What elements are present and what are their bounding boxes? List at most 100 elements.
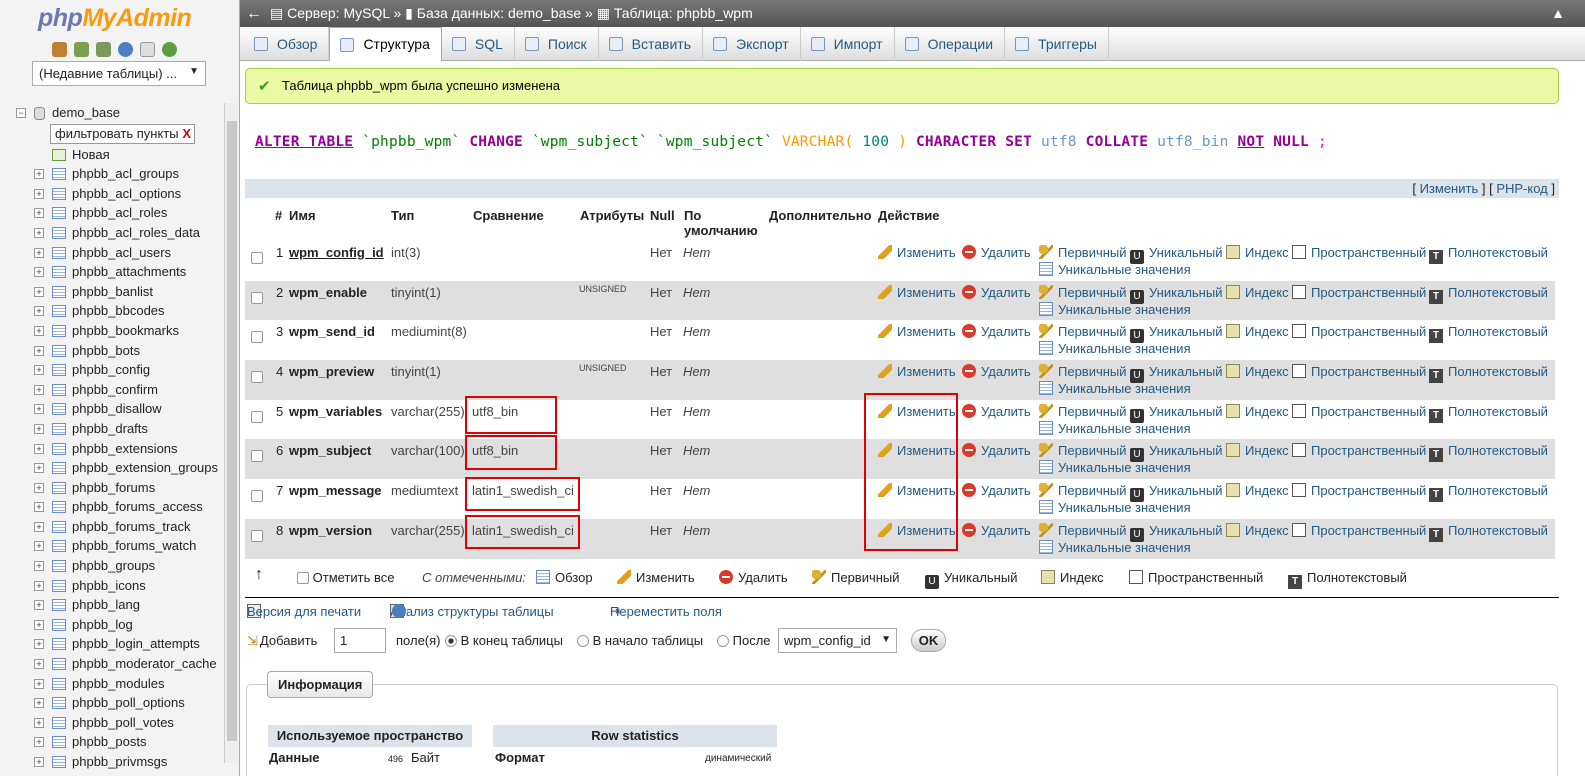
primary-button[interactable]: Первичный (1039, 284, 1127, 300)
primary-button[interactable]: Первичный (1039, 483, 1127, 498)
spatial-button[interactable]: Пространственный (1292, 284, 1426, 300)
distinct-values-button[interactable]: Уникальные значения (1039, 460, 1191, 475)
breadcrumb-server[interactable]: Сервер: MySQL » (287, 5, 401, 21)
sidebar-table-item[interactable]: + phpbb_forums_watch (12, 536, 224, 556)
sidebar-table-item[interactable]: + phpbb_extensions (12, 439, 224, 459)
fulltext-button[interactable]: T Полнотекстовый (1429, 285, 1548, 304)
bulk-browse-button[interactable]: Обзор (536, 570, 593, 585)
drop-button[interactable]: Удалить (962, 245, 1031, 260)
sidebar-table-item[interactable]: + phpbb_acl_users (12, 243, 224, 263)
distinct-values-button[interactable]: Уникальные значения (1039, 262, 1191, 277)
fulltext-button[interactable]: T Полнотекстовый (1429, 364, 1548, 384)
sidebar-table-item[interactable]: + phpbb_forums (12, 478, 224, 498)
fulltext-button[interactable]: T Полнотекстовый (1429, 523, 1548, 542)
tab-operations[interactable]: Операции (895, 27, 1006, 61)
sql-keyword[interactable]: ALTER TABLE (255, 134, 353, 150)
expand-icon[interactable]: + (34, 600, 44, 611)
expand-icon[interactable]: + (34, 325, 44, 336)
home-icon[interactable] (52, 42, 67, 57)
expand-icon[interactable]: + (34, 619, 44, 630)
expand-icon[interactable]: + (34, 208, 44, 219)
fulltext-button[interactable]: T Полнотекстовый (1429, 245, 1548, 264)
spatial-button[interactable]: Пространственный (1292, 364, 1426, 379)
edit-button[interactable]: Изменить (878, 284, 956, 300)
index-button[interactable]: Индекс (1226, 483, 1289, 498)
sidebar-table-item[interactable]: + phpbb_posts (12, 732, 224, 752)
add-columns-count-input[interactable]: 1 (334, 628, 386, 653)
expand-icon[interactable]: + (34, 443, 44, 454)
spatial-button[interactable]: Пространственный (1292, 443, 1426, 458)
index-button[interactable]: Индекс (1226, 403, 1289, 419)
distinct-values-button[interactable]: Уникальные значения (1039, 301, 1191, 317)
expand-icon[interactable]: + (34, 345, 44, 356)
primary-button[interactable]: Первичный (1039, 443, 1127, 458)
sidebar-table-item[interactable]: + phpbb_extension_groups (12, 458, 224, 478)
tab-triggers[interactable]: Триггеры (1005, 27, 1109, 61)
spatial-button[interactable]: Пространственный (1292, 324, 1426, 339)
at-start-radio[interactable]: В начало таблицы (577, 633, 703, 648)
expand-icon[interactable]: + (34, 463, 44, 474)
sidebar-table-item[interactable]: + phpbb_modules (12, 674, 224, 694)
row-checkbox[interactable] (251, 529, 263, 542)
spatial-button[interactable]: Пространственный (1292, 245, 1426, 260)
sql-keyword[interactable]: NOT (1237, 134, 1264, 150)
sidebar-scrollbar[interactable] (224, 103, 238, 763)
expand-icon[interactable]: + (34, 698, 44, 709)
bulk-spatial-button[interactable]: Пространственный (1129, 570, 1263, 585)
spatial-button[interactable]: Пространственный (1292, 483, 1426, 498)
edit-query-link[interactable]: Изменить (1420, 181, 1479, 196)
sidebar-table-item[interactable]: + phpbb_acl_options (12, 184, 224, 204)
sidebar-table-item[interactable]: + phpbb_acl_groups (12, 164, 224, 184)
edit-button[interactable]: Изменить (878, 324, 956, 339)
drop-button[interactable]: Удалить (962, 483, 1031, 498)
help-icon[interactable] (392, 604, 406, 618)
primary-button[interactable]: Первичный (1039, 245, 1127, 260)
sidebar-table-item[interactable]: + phpbb_bots (12, 341, 224, 361)
sidebar-table-item[interactable]: + phpbb_log (12, 615, 224, 635)
fulltext-button[interactable]: T Полнотекстовый (1429, 404, 1548, 423)
bulk-fulltext-button[interactable]: T Полнотекстовый (1288, 570, 1407, 589)
sidebar-table-item[interactable]: + phpbb_privmsgs (12, 752, 224, 772)
row-checkbox[interactable] (251, 490, 263, 503)
drop-button[interactable]: Удалить (962, 403, 1031, 419)
expand-icon[interactable]: + (34, 639, 44, 650)
expand-icon[interactable]: + (34, 247, 44, 258)
tree-filter-input[interactable]: фильтровать пункты X (50, 124, 195, 144)
bulk-drop-button[interactable]: Удалить (719, 570, 788, 585)
collapse-icon[interactable]: − (16, 108, 26, 118)
row-checkbox[interactable] (251, 291, 263, 304)
drop-button[interactable]: Удалить (962, 364, 1031, 379)
sidebar-table-item[interactable]: + phpbb_bookmarks (12, 321, 224, 341)
expand-icon[interactable]: + (34, 678, 44, 689)
primary-button[interactable]: Первичный (1039, 364, 1127, 379)
collapse-arrow-icon[interactable]: ▲ (1551, 0, 1565, 27)
tab-structure[interactable]: Структура (329, 27, 442, 62)
sidebar-table-item[interactable]: + phpbb_drafts (12, 419, 224, 439)
at-end-radio[interactable]: В конец таблицы (445, 633, 563, 648)
sidebar-table-item[interactable]: + phpbb_icons (12, 576, 224, 596)
distinct-values-button[interactable]: Уникальные значения (1039, 420, 1191, 436)
reload-icon[interactable] (162, 42, 177, 57)
column-name[interactable]: wpm_config_id (289, 245, 384, 260)
expand-icon[interactable]: + (34, 423, 44, 434)
edit-button[interactable]: Изменить (878, 245, 956, 260)
expand-icon[interactable]: + (34, 757, 44, 767)
index-button[interactable]: Индекс (1226, 284, 1289, 300)
tab-search[interactable]: Поиск (515, 27, 599, 61)
expand-icon[interactable]: + (34, 306, 44, 317)
expand-icon[interactable]: + (34, 286, 44, 297)
expand-icon[interactable]: + (34, 521, 44, 532)
sidebar-table-item[interactable]: + phpbb_login_attempts (12, 634, 224, 654)
drop-button[interactable]: Удалить (962, 284, 1031, 300)
distinct-values-button[interactable]: Уникальные значения (1039, 500, 1191, 515)
bulk-primary-button[interactable]: Первичный (812, 570, 900, 585)
distinct-values-button[interactable]: Уникальные значения (1039, 341, 1191, 356)
index-button[interactable]: Индекс (1226, 522, 1289, 538)
distinct-values-button[interactable]: Уникальные значения (1039, 381, 1191, 396)
sidebar-table-item[interactable]: + phpbb_poll_options (12, 693, 224, 713)
index-button[interactable]: Индекс (1226, 324, 1289, 339)
expand-icon[interactable]: + (34, 482, 44, 493)
logout-icon[interactable] (74, 42, 89, 57)
tree-new-item[interactable]: Новая (12, 145, 224, 165)
sidebar-table-item[interactable]: + phpbb_confirm (12, 380, 224, 400)
